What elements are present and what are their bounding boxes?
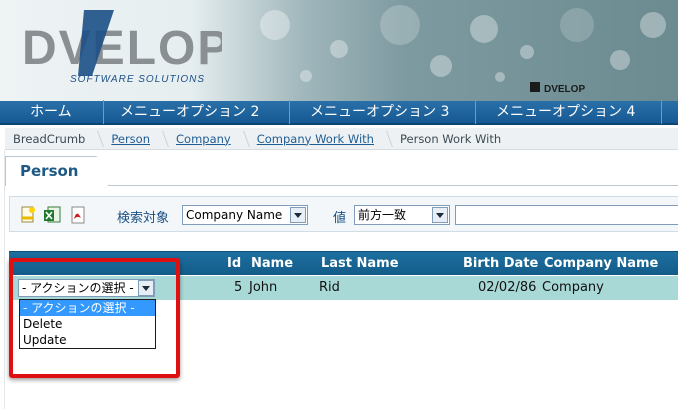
menu-item-option-4[interactable]: メニューオプション 4 [476,100,662,124]
dvelop-logo: DVELOP SOFTWARE SOLUTIONS [22,10,222,85]
cell-id: 5 [234,280,243,295]
app-window: DVELOP SOFTWARE SOLUTIONS DVELOP ホーム メニュ… [0,0,678,409]
value-label: 値 [333,211,347,226]
col-header-id[interactable]: Id [227,252,241,276]
tab-strip: Person [5,154,678,186]
tab-person[interactable]: Person [5,156,109,186]
breadcrumb-person-work-with: Person Work With [399,131,502,146]
tab-title: Person [20,162,79,180]
match-type-value: 前方一致 [358,208,407,222]
breadcrumb-person[interactable]: Person [103,128,168,150]
svg-text:DVELOP: DVELOP [544,84,585,95]
breadcrumb-company-work-with[interactable]: Company Work With [249,128,392,150]
excel-icon[interactable] [43,206,61,224]
action-option-select[interactable]: - アクションの選択 - [20,300,155,316]
col-header-birth-date[interactable]: Birth Date [463,252,538,276]
action-dropdown-list: - アクションの選択 - Delete Update [19,299,156,349]
chevron-down-icon[interactable] [290,207,306,223]
chevron-down-icon[interactable] [432,207,448,223]
search-by-label: 検索対象 [117,211,170,226]
action-option-update[interactable]: Update [20,332,155,348]
col-header-company-name[interactable]: Company Name [544,252,658,276]
cell-last-name: Rid [319,280,340,295]
breadcrumb-company[interactable]: Company [168,128,249,150]
action-option-delete[interactable]: Delete [20,316,155,332]
action-select[interactable]: - アクションの選択 - [18,279,155,297]
new-icon[interactable] [19,206,37,224]
cell-birth-date: 02/02/86 [478,280,537,295]
cell-company: Company [542,280,604,295]
match-type-select[interactable]: 前方一致 [354,205,450,225]
pdf-icon[interactable] [69,206,87,224]
mini-dvelop-logo: DVELOP [530,82,585,95]
search-value-input[interactable] [455,205,678,225]
col-header-name[interactable]: Name [251,252,293,276]
chevron-down-icon[interactable] [138,280,154,296]
main-menu: ホーム メニューオプション 2 メニューオプション 3 メニューオプション 4 [0,100,678,125]
grid-header: Id Name Last Name Birth Date Company Nam… [9,251,678,275]
svg-text:DVELOP: DVELOP [22,22,222,75]
menu-item-option-2[interactable]: メニューオプション 2 [104,100,290,124]
col-header-last-name[interactable]: Last Name [321,252,399,276]
menu-item-option-3[interactable]: メニューオプション 3 [290,100,476,124]
breadcrumb: BreadCrumb Person Company Company Work W… [5,128,678,150]
svg-text:SOFTWARE SOLUTIONS: SOFTWARE SOLUTIONS [70,74,205,85]
breadcrumb-label: BreadCrumb [5,128,103,150]
action-select-value: - アクションの選択 - [22,281,134,295]
cell-name: John [249,280,278,295]
search-field-select[interactable]: Company Name [182,205,308,225]
header-banner: DVELOP SOFTWARE SOLUTIONS DVELOP [0,0,678,101]
search-field-value: Company Name [186,208,283,222]
search-panel: 検索対象 Company Name 値 前方一致 [9,196,678,232]
menu-item-home[interactable]: ホーム [0,100,104,124]
left-edge [0,150,5,409]
